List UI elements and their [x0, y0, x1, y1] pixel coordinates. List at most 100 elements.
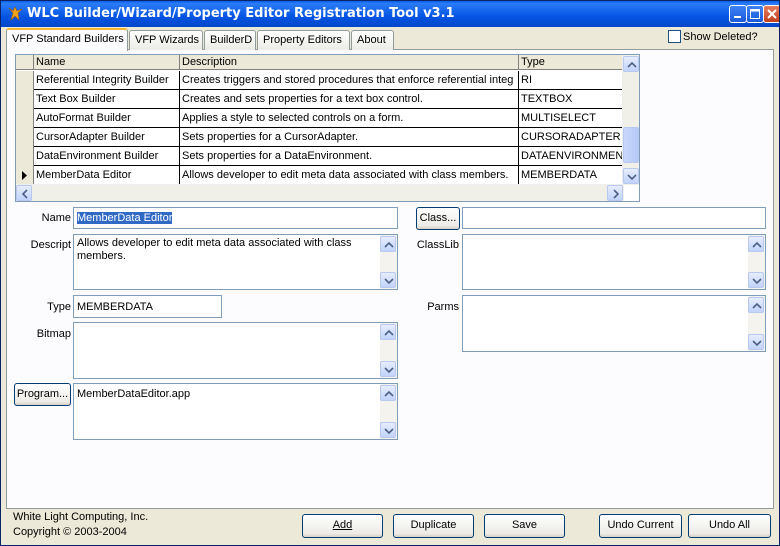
scroll-up-button[interactable]: [380, 385, 396, 401]
chevron-up-icon: [752, 302, 762, 309]
title-bar[interactable]: WLC Builder/Wizard/Property Editor Regis…: [1, 1, 779, 27]
cell-name[interactable]: Referential Integrity Builder: [34, 71, 180, 90]
minimize-button[interactable]: [729, 5, 747, 23]
table-row[interactable]: CursorAdapter Builder Sets properties fo…: [16, 128, 624, 147]
row-selector[interactable]: [16, 147, 34, 166]
descript-field-value: Allows developer to edit meta data assoc…: [77, 237, 355, 262]
cell-description[interactable]: Allows developer to edit meta data assoc…: [180, 166, 519, 185]
table-row[interactable]: DataEnvironment Builder Sets properties …: [16, 147, 624, 166]
scroll-thumb[interactable]: [623, 127, 639, 163]
scroll-down-button[interactable]: [380, 361, 396, 377]
scroll-down-button[interactable]: [748, 272, 764, 288]
classlib-scrollbar[interactable]: [748, 235, 765, 289]
scroll-right-button[interactable]: [607, 185, 623, 201]
scroll-down-button[interactable]: [380, 422, 396, 438]
name-field[interactable]: MemberData Editor: [73, 207, 398, 229]
cell-description[interactable]: Creates triggers and stored procedures t…: [180, 71, 519, 90]
close-button[interactable]: [763, 5, 779, 23]
grid-header-name[interactable]: Name: [34, 55, 180, 70]
scroll-up-button[interactable]: [380, 324, 396, 340]
cell-type[interactable]: MULTISELECT: [519, 109, 624, 128]
table-row[interactable]: Text Box Builder Creates and sets proper…: [16, 90, 624, 109]
cell-description[interactable]: Sets properties for a CursorAdapter.: [180, 128, 519, 147]
table-row[interactable]: AutoFormat Builder Applies a style to se…: [16, 109, 624, 128]
name-label: Name: [41, 212, 71, 224]
grid-header-type[interactable]: Type: [519, 55, 624, 70]
scroll-down-button[interactable]: [380, 272, 396, 288]
scroll-up-button[interactable]: [748, 236, 764, 252]
grid-vertical-scrollbar[interactable]: [622, 55, 639, 185]
tab-about[interactable]: About: [351, 30, 394, 50]
chevron-up-icon: [627, 61, 637, 68]
descript-scrollbar[interactable]: [380, 235, 397, 289]
current-row-pointer-icon: [22, 171, 27, 180]
cell-name[interactable]: CursorAdapter Builder: [34, 128, 180, 147]
tab-vfp-standard-builders[interactable]: VFP Standard Builders: [6, 28, 128, 51]
builders-grid[interactable]: Name Description Type Referential Integr…: [15, 54, 640, 202]
type-field[interactable]: MEMBERDATA: [73, 295, 222, 318]
grid-header-description[interactable]: Description: [180, 55, 519, 70]
program-field-value: MemberDataEditor.app: [77, 388, 191, 400]
cell-description[interactable]: Sets properties for a DataEnvironment.: [180, 147, 519, 166]
undo-current-button[interactable]: Undo Current: [599, 514, 682, 538]
table-row[interactable]: Referential Integrity Builder Creates tr…: [16, 71, 624, 90]
maximize-icon: [750, 9, 760, 19]
cell-name[interactable]: DataEnvironment Builder: [34, 147, 180, 166]
cell-type[interactable]: DATAENVIRONMENT: [519, 147, 624, 166]
program-button[interactable]: Program...: [14, 383, 71, 406]
classlib-field[interactable]: [462, 234, 766, 290]
descript-field[interactable]: Allows developer to edit meta data assoc…: [73, 234, 398, 290]
tab-vfp-wizards[interactable]: VFP Wizards: [129, 30, 203, 50]
checkbox-box[interactable]: [668, 30, 681, 43]
parms-label: Parms: [427, 301, 459, 313]
class-field[interactable]: [462, 207, 766, 229]
cell-description[interactable]: Applies a style to selected controls on …: [180, 109, 519, 128]
class-button[interactable]: Class...: [416, 207, 460, 230]
parms-scrollbar[interactable]: [748, 296, 765, 351]
chevron-left-icon: [21, 189, 28, 199]
undo-all-button[interactable]: Undo All: [688, 514, 771, 538]
chevron-down-icon: [752, 340, 762, 347]
scroll-up-button[interactable]: [380, 236, 396, 252]
cell-name[interactable]: AutoFormat Builder: [34, 109, 180, 128]
program-field[interactable]: MemberDataEditor.app: [73, 383, 398, 440]
parms-field[interactable]: [462, 295, 766, 352]
scroll-down-button[interactable]: [623, 168, 639, 184]
row-selector[interactable]: [16, 128, 34, 147]
scroll-down-button[interactable]: [748, 334, 764, 350]
save-button[interactable]: Save: [484, 514, 565, 538]
add-button[interactable]: Add: [302, 514, 383, 538]
cell-name[interactable]: MemberData Editor: [34, 166, 180, 185]
cell-type[interactable]: RI: [519, 71, 624, 90]
table-row-current[interactable]: MemberData Editor Allows developer to ed…: [16, 166, 624, 185]
cell-type[interactable]: MEMBERDATA: [519, 166, 624, 185]
cell-description[interactable]: Creates and sets properties for a text b…: [180, 90, 519, 109]
tab-builderd[interactable]: BuilderD: [204, 30, 256, 50]
row-selector[interactable]: [16, 166, 34, 185]
row-selector[interactable]: [16, 90, 34, 109]
scroll-up-button[interactable]: [748, 297, 764, 313]
show-deleted-checkbox[interactable]: Show Deleted?: [668, 30, 758, 43]
scroll-left-button[interactable]: [16, 185, 32, 201]
program-scrollbar[interactable]: [380, 384, 397, 439]
cell-type[interactable]: TEXTBOX: [519, 90, 624, 109]
bitmap-field[interactable]: [73, 322, 398, 379]
chevron-up-icon: [384, 241, 394, 248]
chevron-down-icon: [384, 367, 394, 374]
name-field-value: MemberData Editor: [77, 212, 173, 224]
tab-property-editors[interactable]: Property Editors: [257, 30, 350, 50]
cell-type[interactable]: CURSORADAPTER: [519, 128, 624, 147]
chevron-down-icon: [384, 278, 394, 285]
bitmap-scrollbar[interactable]: [380, 323, 397, 378]
window-title: WLC Builder/Wizard/Property Editor Regis…: [27, 6, 455, 21]
fox-app-icon: [7, 6, 23, 22]
close-icon: [767, 9, 777, 19]
scroll-up-button[interactable]: [623, 56, 639, 72]
grid-horizontal-scrollbar[interactable]: [16, 184, 624, 201]
chevron-right-icon: [613, 189, 620, 199]
row-selector[interactable]: [16, 109, 34, 128]
cell-name[interactable]: Text Box Builder: [34, 90, 180, 109]
maximize-button[interactable]: [746, 5, 764, 23]
duplicate-button[interactable]: Duplicate: [393, 514, 474, 538]
row-selector[interactable]: [16, 71, 34, 90]
